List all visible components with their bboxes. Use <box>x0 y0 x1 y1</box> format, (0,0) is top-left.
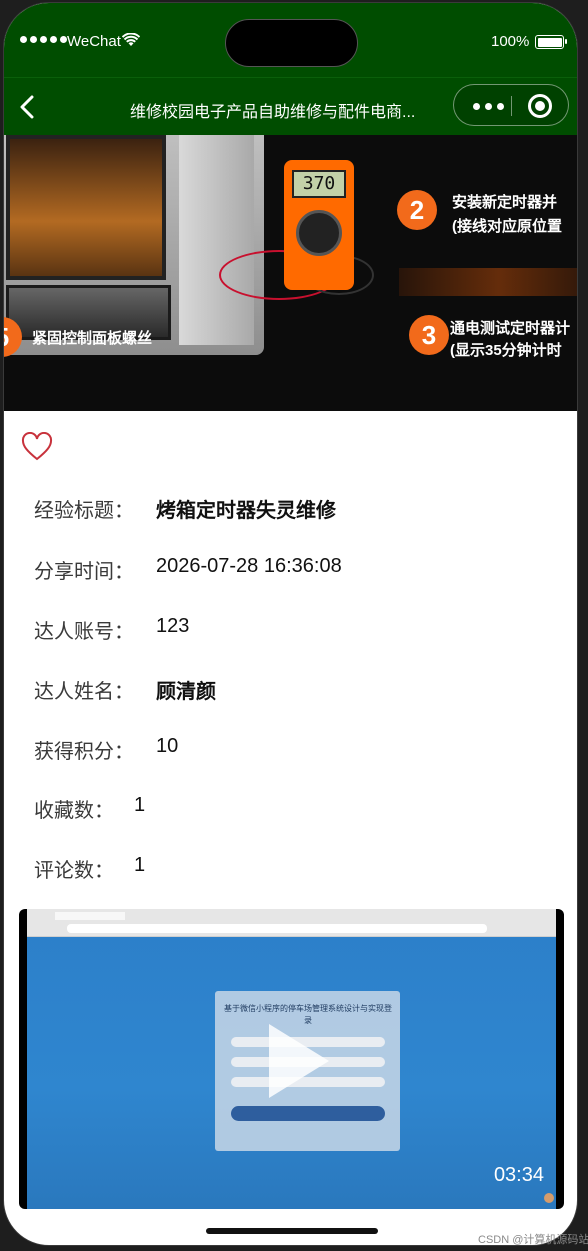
battery-icon <box>535 35 567 49</box>
step-2-subtext: (接线对应原位置 <box>452 218 562 235</box>
cover-image: 370 2 安装新定时器并 (接线对应原位置 3 通电测试定时器计 (显示35分… <box>4 135 577 411</box>
avatar <box>544 1193 554 1203</box>
capsule-divider <box>511 96 512 116</box>
video-duration: 03:34 <box>493 1164 544 1186</box>
detail-account-value: 123 <box>156 615 190 637</box>
detail-label: 分享时间： <box>34 561 134 583</box>
detail-title-row: 经验标题： 烤箱定时器失灵维修 <box>34 494 336 523</box>
home-indicator <box>206 1228 378 1234</box>
detail-time-row: 分享时间： 2026-07-28 16:36:08 <box>34 555 342 584</box>
detail-label: 达人姓名： <box>34 681 134 703</box>
page-title: 维修校园电子产品自助维修与配件电商... <box>130 104 416 121</box>
step-3-subtext: (显示35分钟计时 <box>450 342 562 359</box>
step-5-text: 紧固控制面板螺丝 <box>32 330 153 347</box>
detail-title-value: 烤箱定时器失灵维修 <box>156 500 336 522</box>
wifi-icon <box>122 33 140 46</box>
detail-points-value: 10 <box>156 735 179 757</box>
detail-name-row: 达人姓名： 顾清颜 <box>34 675 216 704</box>
detail-time-value: 2026-07-28 16:36:08 <box>156 555 342 577</box>
detail-points-row: 获得积分： 10 <box>34 735 178 764</box>
back-chevron-icon <box>20 95 34 119</box>
detail-label: 评论数： <box>34 860 114 882</box>
detail-account-row: 达人账号： 123 <box>34 615 189 644</box>
phone-frame: WeChat 100% 维修校园电子产品自助维修与配件电商... 370 2 安… <box>3 2 578 1246</box>
multimeter-illustration: 370 <box>284 160 354 290</box>
step-badge-2: 2 <box>397 190 437 230</box>
target-icon[interactable] <box>528 94 552 118</box>
play-icon[interactable] <box>269 1024 329 1098</box>
detail-name-value: 顾清颜 <box>156 681 216 703</box>
video-player[interactable]: 基于微信小程序的停车场管理系统设计与实现登录 03:34 <box>19 909 564 1209</box>
mini-program-capsule <box>453 84 569 126</box>
battery-percent: 100% <box>491 33 530 50</box>
step-2-text: 安装新定时器并 <box>452 194 558 211</box>
detail-comments-value: 1 <box>134 854 146 876</box>
detail-comments-row: 评论数： 1 <box>34 854 145 883</box>
step-badge-3: 3 <box>409 315 449 355</box>
detail-label: 经验标题： <box>34 500 134 522</box>
meter-reading: 370 <box>292 170 346 198</box>
video-browser-bar <box>27 909 556 937</box>
oven-illustration <box>4 135 264 355</box>
heart-outline-icon[interactable] <box>21 432 53 462</box>
step-3-text: 通电测试定时器计 <box>450 320 571 337</box>
carrier-label: WeChat <box>67 33 121 50</box>
signal-icon <box>20 36 67 43</box>
watermark: CSDN @计算机源码站 <box>478 1234 588 1246</box>
detail-favorites-row: 收藏数： 1 <box>34 794 145 823</box>
navigation-bar: 维修校园电子产品自助维修与配件电商... <box>4 77 577 135</box>
detail-label: 获得积分： <box>34 741 134 763</box>
more-dots-icon[interactable] <box>468 98 508 114</box>
detail-label: 达人账号： <box>34 621 134 643</box>
status-bar: WeChat 100% <box>4 3 577 77</box>
detail-label: 收藏数： <box>34 800 114 822</box>
back-button[interactable] <box>14 94 40 120</box>
camera-notch <box>225 19 358 67</box>
detail-favorites-value: 1 <box>134 794 146 816</box>
